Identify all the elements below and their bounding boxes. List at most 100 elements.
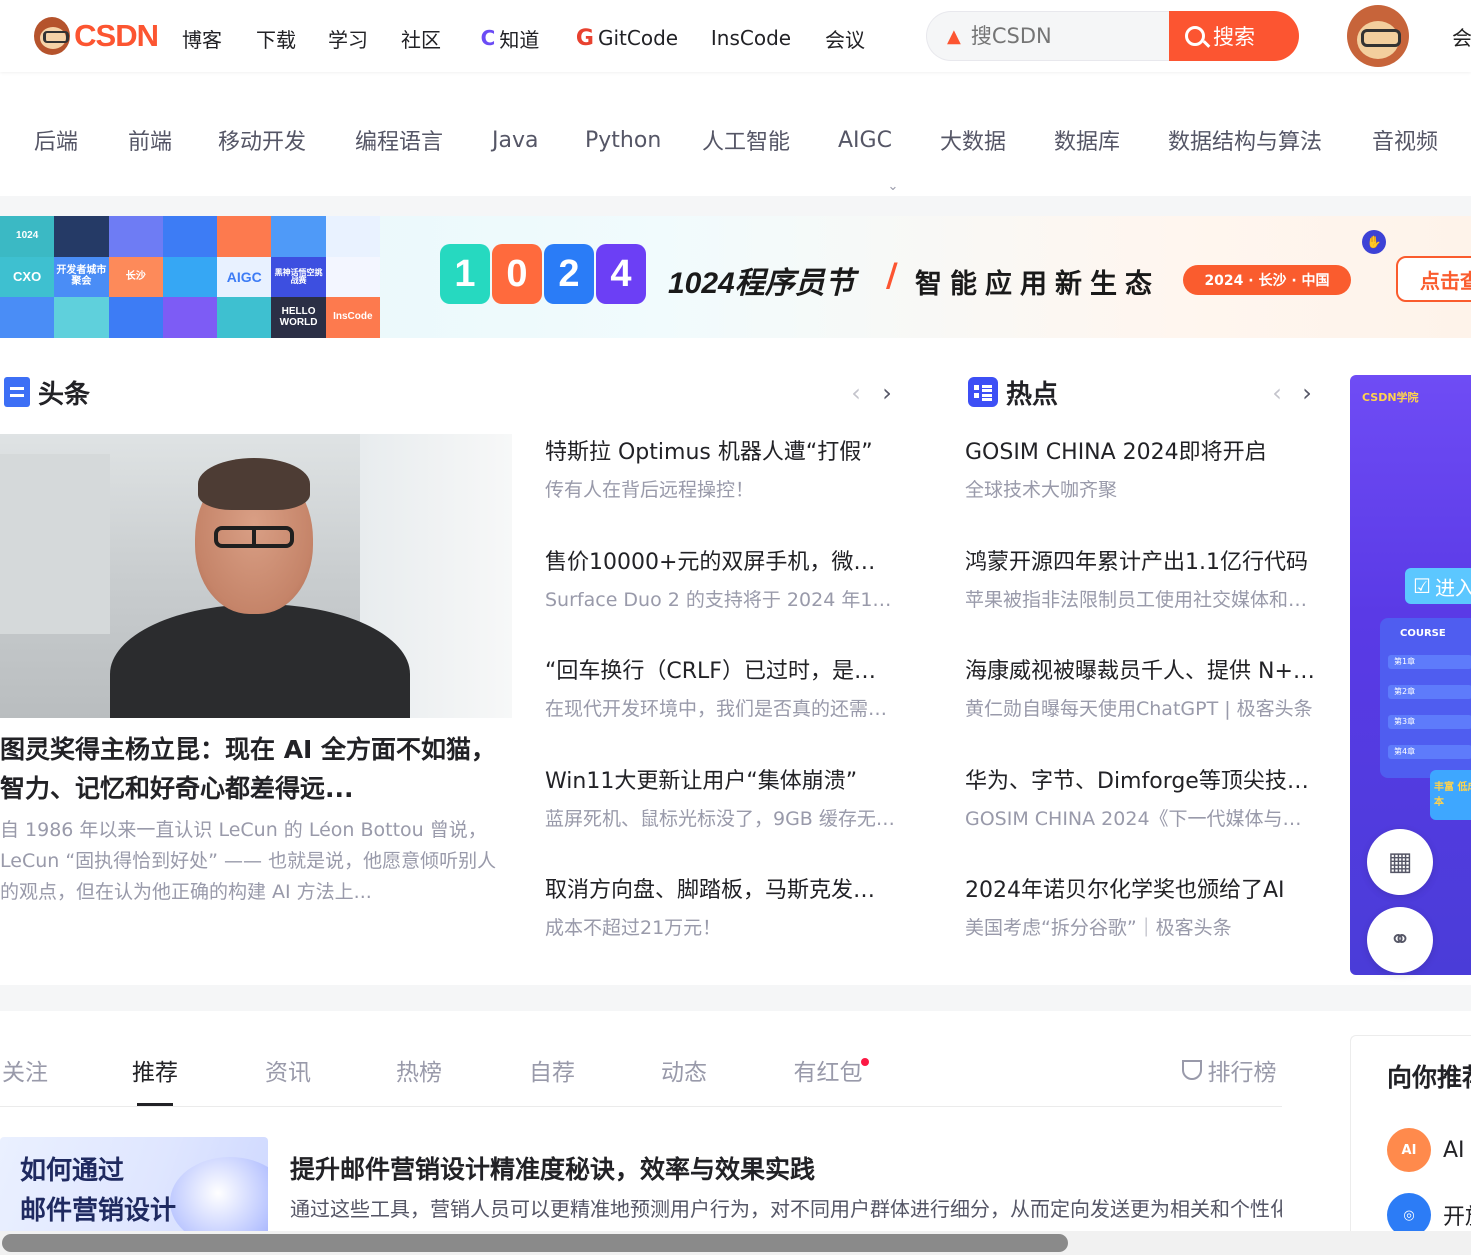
scrollbar-thumb[interactable] [2,1234,1068,1252]
nav-meeting[interactable]: 会议 [809,4,881,72]
customer-service-button[interactable]: ⚭ [1367,907,1433,973]
hot-list-icon[interactable] [968,377,998,407]
trophy-icon [1181,1060,1202,1080]
hot-item-desc[interactable]: 全球技术大咖齐聚 [965,476,1317,504]
hot-section-title: 热点 [968,372,1058,412]
horizontal-scrollbar[interactable] [0,1231,1471,1255]
tab-ranking-label: 排行榜 [1207,1060,1277,1086]
hot-item-desc[interactable]: GOSIM CHINA 2024《下一代媒体与游戏》专题 [965,805,1317,833]
hot-item-title[interactable]: 鸿蒙开源四年累计产出1.1亿行代码 [965,546,1317,580]
hot-item-desc[interactable]: 黄仁勋自曝每天使用ChatGPT | 极客头条 [965,695,1317,723]
banner-location-pill: 2024 · 长沙 · 中国 [1183,265,1351,295]
puzzle-piece: 1 [440,244,490,304]
nav-gitcode[interactable]: G GitCode [568,4,686,72]
headline-item-desc[interactable]: 成本不超过21万元！ [545,914,897,942]
hot-item-title[interactable]: 2024年诺贝尔化学奖也颁给了AI [965,874,1317,908]
search-input[interactable] [970,24,1141,48]
promo-course-card: COURSE 第1章 第2章 第3章 第4章 [1380,618,1471,778]
feed-item-desc[interactable]: 通过这些工具，营销人员可以更精准地预测用户行为，对不同用户群体进行细分，从而定向… [290,1192,1282,1228]
banner-tile: HELLO WORLD [271,297,326,338]
headline-next-button[interactable]: › [877,377,897,409]
category-ai[interactable]: 人工智能 [702,124,790,156]
promo-course-row: 第3章 [1388,715,1471,729]
banner-tile: AIGC [217,256,272,298]
headline-section-label: 头条 [38,379,91,410]
headline-item-desc[interactable]: 传有人在背后远程操控！ [545,476,897,504]
nav-knowledge-label: 知道 [499,27,540,52]
category-expand-button[interactable]: ⌄ [867,176,919,196]
document-icon[interactable] [4,377,30,407]
hot-next-button[interactable]: › [1297,377,1317,409]
event-banner[interactable]: 1024 CXO 开发者城市聚会 长沙 AIGC 黑神话悟空挑战赛 HELLO … [0,216,1471,338]
nav-knowledge[interactable]: C 知道 [474,4,546,72]
tab-hot-list[interactable]: 热榜 [393,1026,445,1114]
hot-item-desc[interactable]: 苹果被指非法限制员工使用社交媒体和Slack [965,586,1317,614]
category-algorithms[interactable]: 数据结构与算法 [1168,124,1322,156]
nav-community[interactable]: 社区 [384,4,458,72]
headline-item-title[interactable]: 取消方向盘、脚踏板，马斯克发布无人驾驶出租车 [545,874,897,908]
promo-tag: 丰富 低成本 [1430,770,1471,820]
category-languages[interactable]: 编程语言 [355,124,443,156]
headline-item-desc[interactable]: 在现代开发环境中，我们是否真的还需要它？ [545,695,897,723]
tab-ranking[interactable]: 排行榜 [1174,1026,1284,1114]
qrcode-icon: ▦ [1387,847,1413,877]
banner-tile [0,297,55,338]
tab-recommend[interactable]: 推荐 [129,1026,181,1114]
puzzle-piece: 0 [492,244,542,304]
search-button[interactable]: 搜索 [1169,11,1299,61]
banner-tile: 开发者城市聚会 [54,256,109,298]
nav-download[interactable]: 下载 [240,4,312,72]
category-python[interactable]: Python [585,124,661,156]
hot-item-title[interactable]: 海康威视被曝裁员千人、提供 N+1 补偿 [965,655,1317,689]
category-aigc[interactable]: AIGC [838,124,892,156]
nav-blog[interactable]: 博客 [166,4,238,72]
puzzle-piece: 4 [596,244,646,304]
hot-item-title[interactable]: GOSIM CHINA 2024即将开启 [965,436,1317,470]
headline-main-desc[interactable]: 自 1986 年以来一直认识 LeCun 的 Léon Bottou 曾说，Le… [0,815,512,908]
banner-tile: CXO [0,256,55,298]
qrcode-button[interactable]: ▦ [1367,829,1433,895]
category-mobile[interactable]: 移动开发 [218,124,306,156]
headline-item-desc[interactable]: Surface Duo 2 的支持将于 2024 年10月结束 [545,586,897,614]
red-packet-dot [861,1058,869,1066]
category-backend[interactable]: 后端 [34,124,78,156]
category-bigdata[interactable]: 大数据 [940,124,1006,156]
hot-prev-button[interactable]: ‹ [1267,377,1287,409]
headline-image[interactable] [0,434,512,718]
recommend-item[interactable]: AI AI [1387,1128,1465,1172]
edge-nav-text[interactable]: 会 [1452,22,1471,51]
category-audio-video[interactable]: 音视频 [1372,124,1438,156]
headline-prev-button[interactable]: ‹ [846,377,866,409]
csdn-logo[interactable]: CSDN [34,4,159,68]
banner-tiles: 1024 CXO 开发者城市聚会 长沙 AIGC 黑神话悟空挑战赛 HELLO … [0,216,380,338]
flame-icon: ▲ [947,25,961,47]
category-database[interactable]: 数据库 [1054,124,1120,156]
user-avatar[interactable] [1347,5,1409,67]
promo-enter-button[interactable]: ☑ 进入 [1405,568,1471,604]
promo-course-row: 第1章 [1388,655,1471,669]
tab-red-packet[interactable]: 有红包 [790,1026,866,1114]
headline-item: 售价10000+元的双屏手机，微软说不再支持了 Surface Duo 2 的支… [545,546,897,614]
banner-cta-button[interactable]: 点击查 [1396,256,1471,302]
headline-main-title[interactable]: 图灵奖得主杨立昆：现在 AI 全方面不如猫，智力、记忆和好奇心都差得远... [0,730,512,808]
headline-item-desc[interactable]: 蓝屏死机、鼠标光标没了，9GB 缓存无法删除 [545,805,897,833]
banner-title: 1024程序员节 [668,267,855,300]
headline-item-title[interactable]: Win11大更新让用户“集体崩溃” [545,765,897,799]
headline-item-title[interactable]: 特斯拉 Optimus 机器人遭“打假” [545,436,897,470]
tab-self-recommend[interactable]: 自荐 [526,1026,578,1114]
headline-item-title[interactable]: 售价10000+元的双屏手机，微软说不再支持了 [545,546,897,580]
banner-puzzle: 1 0 2 4 [440,238,648,318]
hot-item: GOSIM CHINA 2024即将开启 全球技术大咖齐聚 [965,436,1317,504]
nav-learn[interactable]: 学习 [312,4,384,72]
hot-item-title[interactable]: 华为、字节、Dimforge等顶尖技术专家齐聚 [965,765,1317,799]
category-java[interactable]: Java [492,124,538,156]
feed-item-title[interactable]: 提升邮件营销设计精准度秘诀，效率与效果实践 [290,1150,815,1186]
tab-activity[interactable]: 动态 [658,1026,710,1114]
category-frontend[interactable]: 前端 [128,124,172,156]
headline-item-title[interactable]: “回车换行（CRLF）已过时，是时候淘汰了” [545,655,897,689]
tab-follow[interactable]: 关注 [0,1026,50,1114]
puzzle-piece: 2 [544,244,594,304]
tab-news[interactable]: 资讯 [262,1026,314,1114]
nav-inscode[interactable]: InsCode [696,4,806,72]
hot-item-desc[interactable]: 美国考虑“拆分谷歌”｜极客头条 [965,914,1317,942]
